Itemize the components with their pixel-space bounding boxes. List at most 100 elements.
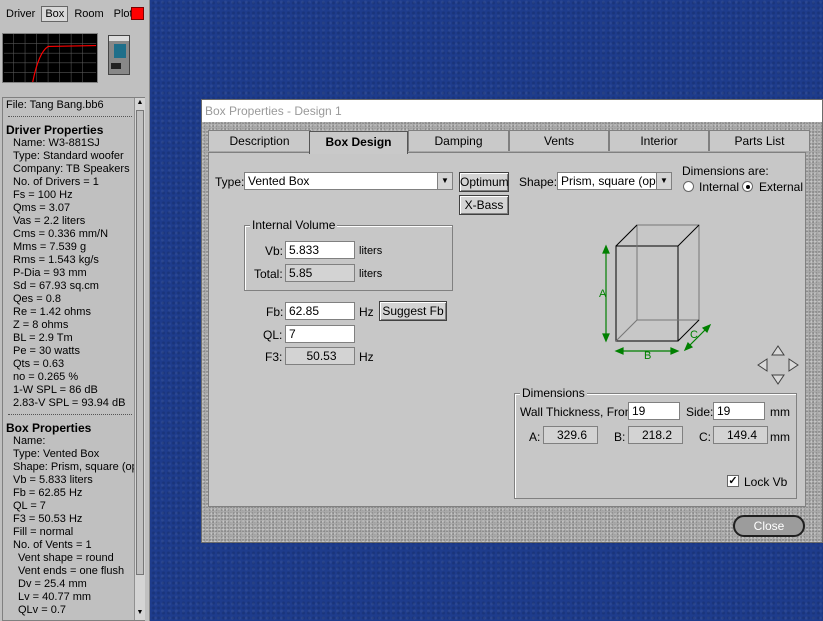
- property-line: Rms = 1.543 kg/s: [13, 254, 99, 266]
- f3-label: F3:: [265, 350, 283, 364]
- dimensions-title: Dimensions: [520, 386, 587, 400]
- tab-box[interactable]: Box: [41, 6, 69, 22]
- property-line: Cms = 0.336 mm/N: [13, 228, 109, 240]
- property-line: Vent shape = round: [18, 552, 114, 564]
- property-line: Sd = 67.93 sq.cm: [13, 280, 99, 292]
- tab-damping[interactable]: Damping: [408, 130, 509, 151]
- suggest-fb-button[interactable]: Suggest Fb: [379, 301, 447, 321]
- plot-color-swatch[interactable]: [131, 7, 144, 20]
- property-line: Fill = normal: [13, 526, 74, 538]
- close-button[interactable]: Close: [733, 515, 805, 537]
- type-value: Vented Box: [248, 174, 310, 188]
- dialog-title[interactable]: Box Properties - Design 1: [202, 100, 822, 122]
- properties-scrollbar[interactable]: ▲ ▼: [134, 98, 145, 620]
- property-line: Mms = 7.539 g: [13, 241, 87, 253]
- divider: [8, 414, 132, 421]
- tab-interior[interactable]: Interior: [609, 130, 709, 151]
- box-thumbnail[interactable]: [108, 35, 130, 75]
- total-label: Total:: [254, 267, 283, 281]
- property-line: Qts = 0.63: [13, 358, 65, 370]
- property-line: 2.83-V SPL = 93.94 dB: [13, 397, 126, 409]
- dimensions-unit: mm: [770, 430, 790, 444]
- property-line: QL = 7: [13, 500, 46, 512]
- shape-value: Prism, square (opt.): [561, 174, 667, 188]
- box-properties-dialog: Box Properties - Design 1 Description Bo…: [201, 99, 823, 543]
- property-line: Shape: Prism, square (opt: [13, 461, 141, 473]
- property-line: QLv = 0.7: [18, 604, 67, 616]
- dim-c-label: C: [690, 329, 698, 341]
- fb-unit: Hz: [359, 305, 374, 319]
- property-line: no = 0.265 %: [13, 371, 79, 383]
- type-label: Type:: [215, 175, 245, 189]
- property-line: BL = 2.9 Tm: [13, 332, 73, 344]
- tab-box-design[interactable]: Box Design: [309, 131, 408, 154]
- property-line: Vent ends = one flush: [18, 565, 125, 577]
- vb-label: Vb:: [265, 244, 284, 258]
- tab-room[interactable]: Room: [70, 6, 108, 22]
- property-line: Type: Standard woofer: [13, 150, 124, 162]
- tab-driver[interactable]: Driver: [2, 6, 40, 22]
- property-line: Name: W3-881SJ: [13, 137, 100, 149]
- front-thickness-input[interactable]: 19: [628, 402, 680, 420]
- f3-unit: Hz: [359, 350, 374, 364]
- left-panel: Driver Box Room Plot File: Tang Bang.bb6…: [0, 0, 150, 621]
- divider: [8, 116, 132, 123]
- c-value: 149.4: [713, 426, 768, 444]
- optimum-button[interactable]: Optimum: [459, 172, 509, 192]
- property-line: 1-W SPL = 86 dB: [13, 384, 98, 396]
- dimensions-are-label: Dimensions are:: [682, 164, 769, 178]
- tab-vents[interactable]: Vents: [509, 130, 609, 151]
- property-line: F3 = 50.53 Hz: [13, 513, 83, 525]
- ql-label: QL:: [263, 328, 283, 342]
- ql-input[interactable]: 7: [285, 325, 355, 343]
- b-value: 218.2: [628, 426, 683, 444]
- property-line: Dv = 25.4 mm: [18, 578, 87, 590]
- lock-vb-checkbox[interactable]: ✓: [727, 475, 739, 487]
- property-line: No. of Vents = 1: [13, 539, 92, 551]
- scroll-down-icon[interactable]: ▼: [135, 608, 145, 618]
- shape-dropdown[interactable]: Prism, square (opt.) ▼: [557, 172, 672, 190]
- vb-unit: liters: [359, 245, 383, 257]
- rotate-view-icon[interactable]: [756, 345, 800, 385]
- a-value: 329.6: [543, 426, 598, 444]
- properties-panel: File: Tang Bang.bb6 Driver Properties Na…: [2, 97, 145, 621]
- property-line: P-Dia = 93 mm: [13, 267, 87, 279]
- side-thickness-input[interactable]: 19: [713, 402, 765, 420]
- tab-description[interactable]: Description: [208, 130, 311, 151]
- property-line: Name:: [13, 435, 46, 447]
- scroll-up-icon[interactable]: ▲: [135, 98, 145, 108]
- type-dropdown[interactable]: Vented Box ▼: [244, 172, 453, 190]
- property-line: No. of Drivers = 1: [13, 176, 99, 188]
- property-line: Lv = 40.77 mm: [18, 591, 92, 603]
- internal-volume-title: Internal Volume: [250, 218, 338, 232]
- lock-vb-label: Lock Vb: [744, 475, 788, 489]
- box-design-panel: Type: Vented Box ▼ Optimum X-Bass Shape:…: [208, 152, 806, 507]
- property-line: Z = 8 ohms: [13, 319, 69, 331]
- response-graph-thumbnail[interactable]: [2, 33, 98, 83]
- internal-label: Internal: [699, 180, 740, 194]
- external-radio[interactable]: [742, 181, 753, 192]
- side-label: Side:: [686, 405, 714, 419]
- internal-radio[interactable]: [683, 181, 694, 192]
- scroll-thumb[interactable]: [136, 110, 144, 575]
- wall-thickness-label: Wall Thickness, Front:: [520, 405, 639, 419]
- total-unit: liters: [359, 268, 383, 280]
- chevron-down-icon[interactable]: ▼: [437, 173, 452, 189]
- x-bass-button[interactable]: X-Bass: [459, 195, 509, 215]
- external-label: External: [759, 180, 804, 194]
- chevron-down-icon[interactable]: ▼: [656, 173, 671, 189]
- file-name: File: Tang Bang.bb6: [6, 99, 104, 111]
- property-line: Pe = 30 watts: [13, 345, 80, 357]
- b-label: B:: [614, 430, 626, 444]
- thickness-unit: mm: [770, 405, 790, 419]
- vb-input[interactable]: 5.833: [285, 241, 355, 259]
- shape-label: Shape:: [519, 175, 558, 189]
- dim-a-label: A: [599, 288, 607, 300]
- dim-b-label: B: [644, 350, 651, 361]
- tab-parts-list[interactable]: Parts List: [709, 130, 810, 151]
- property-line: Company: TB Speakers: [13, 163, 130, 175]
- fb-label: Fb:: [266, 305, 284, 319]
- property-line: Vas = 2.2 liters: [13, 215, 86, 227]
- fb-input[interactable]: 62.85: [285, 302, 355, 320]
- box-dimensions-diagram: A B C: [599, 224, 712, 361]
